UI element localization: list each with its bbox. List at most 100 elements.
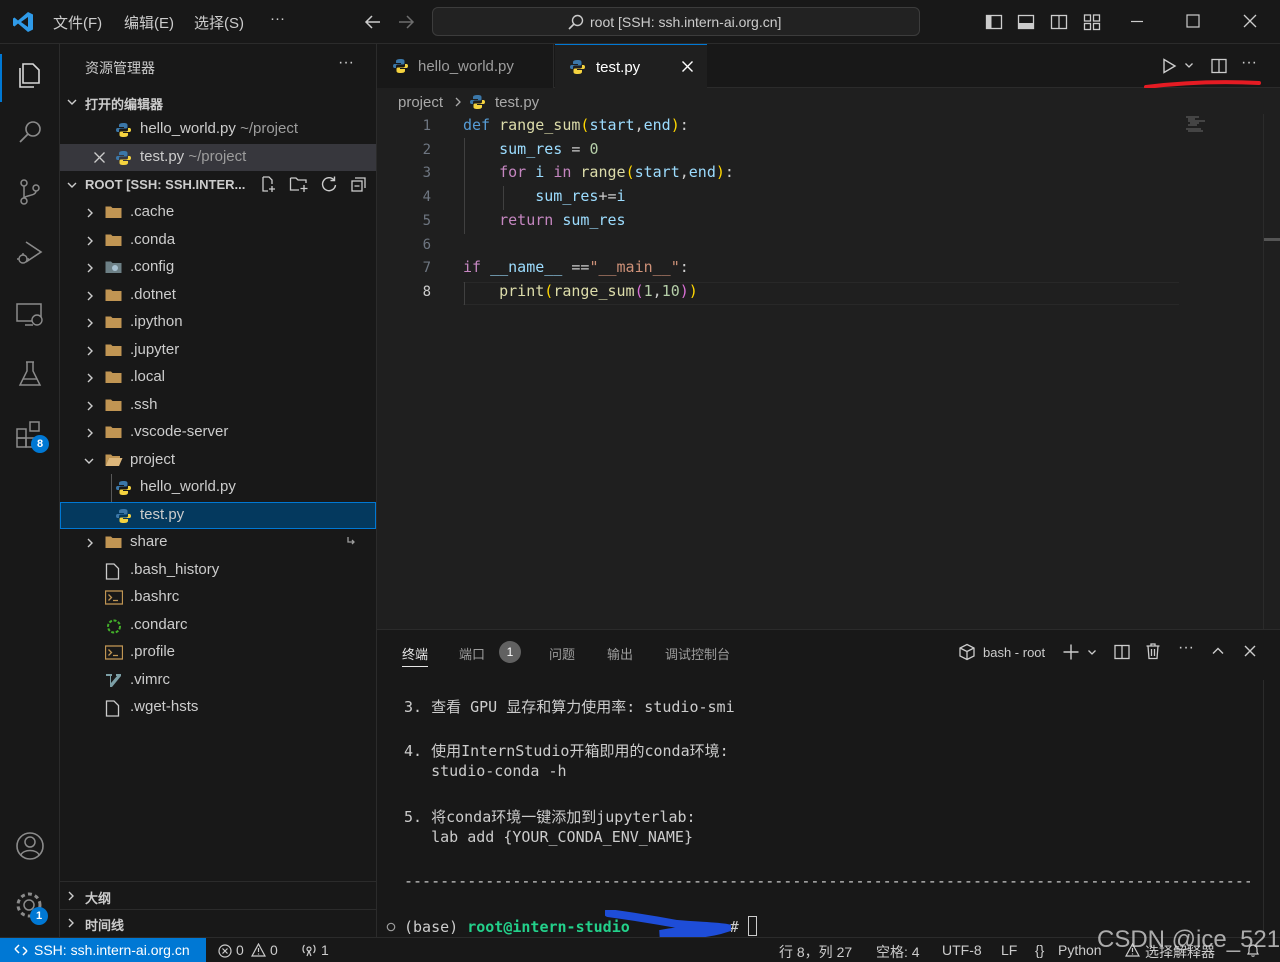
source-control-icon[interactable] — [12, 174, 48, 210]
minimize-icon[interactable] — [1129, 13, 1145, 29]
tab-test-active[interactable]: test.py — [555, 44, 707, 89]
remote-indicator[interactable]: SSH: ssh.intern-ai.org.cn — [0, 938, 206, 962]
forward-arrow-icon[interactable] — [397, 13, 415, 31]
split-editor-icon[interactable] — [1210, 57, 1228, 75]
open-editor-item-active[interactable]: test.py ~/project — [60, 144, 376, 171]
error-count[interactable]: 0 — [236, 942, 244, 958]
warning-icon[interactable] — [251, 943, 266, 957]
toggle-panel-icon[interactable] — [1017, 13, 1035, 31]
new-terminal-plus-icon[interactable] — [1062, 643, 1080, 661]
end-of-line[interactable]: LF — [1001, 942, 1017, 958]
tree-file-vimrc[interactable]: .vimrc — [60, 667, 376, 694]
testing-icon[interactable] — [12, 356, 48, 392]
command-center[interactable]: root [SSH: ssh.intern-ai.org.cn] — [432, 7, 920, 36]
language-mode[interactable]: Python — [1058, 942, 1102, 958]
new-folder-icon[interactable] — [289, 175, 309, 193]
tree-folder-cache[interactable]: .cache — [60, 199, 376, 226]
tree-folder-project[interactable]: project — [60, 447, 376, 474]
encoding[interactable]: UTF-8 — [942, 942, 982, 958]
open-editors-header[interactable]: 打开的编辑器 — [60, 89, 376, 115]
tree-folder-jupyter[interactable]: .jupyter — [60, 337, 376, 364]
folder-icon — [105, 370, 122, 385]
code-editor[interactable]: 1 2 3 4 5 6 7 8 def range_sum(start,end)… — [377, 114, 1280, 629]
root-folder-header[interactable]: ROOT [SSH: SSH.INTER... — [60, 172, 376, 198]
minimap[interactable] — [1185, 116, 1215, 134]
panel-tab-output[interactable]: 输出 — [607, 644, 633, 663]
split-terminal-icon[interactable] — [1113, 643, 1131, 661]
new-file-icon[interactable] — [259, 175, 277, 193]
ports-forward-icon[interactable] — [301, 943, 317, 957]
toggle-secondary-sidebar-icon[interactable] — [1050, 13, 1068, 31]
run-python-icon[interactable] — [1160, 57, 1178, 75]
refresh-icon[interactable] — [320, 175, 338, 193]
kill-terminal-trash-icon[interactable] — [1144, 642, 1162, 660]
timeline-header[interactable]: 时间线 — [60, 910, 376, 936]
editor-more-icon[interactable]: ··· — [1241, 54, 1257, 72]
vim-file-icon — [105, 673, 122, 688]
run-dropdown-chevron-icon[interactable] — [1183, 59, 1195, 71]
cursor-position[interactable]: 行 8，列 27 — [779, 942, 852, 962]
indentation[interactable]: 空格: 4 — [876, 942, 920, 962]
scrollbar-thumb[interactable] — [1264, 238, 1280, 241]
ports-count[interactable]: 1 — [321, 942, 329, 958]
panel-tab-problems[interactable]: 问题 — [549, 644, 575, 663]
customize-layout-icon[interactable] — [1083, 13, 1101, 31]
tree-folder-conda[interactable]: .conda — [60, 227, 376, 254]
warning-count[interactable]: 0 — [270, 942, 278, 958]
folder-icon — [105, 398, 122, 413]
close-editor-icon[interactable] — [93, 151, 106, 164]
tree-folder-config[interactable]: .config — [60, 254, 376, 281]
terminal-dropdown-chevron-icon[interactable] — [1086, 646, 1098, 658]
accounts-icon[interactable] — [12, 828, 48, 864]
close-panel-icon[interactable] — [1243, 644, 1257, 658]
search-icon[interactable] — [12, 114, 48, 150]
tree-file-condarc[interactable]: .condarc — [60, 612, 376, 639]
breadcrumb-folder[interactable]: project — [398, 94, 443, 111]
tab-hello-world[interactable]: hello_world.py — [377, 44, 554, 88]
panel-tab-debug-console[interactable]: 调试控制台 — [665, 644, 730, 663]
toggle-sidebar-icon[interactable] — [985, 13, 1003, 31]
menu-file[interactable]: 文件(F) — [53, 12, 102, 33]
terminal-name[interactable]: bash - root — [983, 645, 1045, 660]
remote-explorer-icon[interactable] — [12, 296, 48, 332]
tree-folder-vscode-server[interactable]: .vscode-server — [60, 419, 376, 446]
chevron-right-icon — [85, 290, 95, 302]
run-debug-icon[interactable] — [12, 234, 48, 270]
maximize-icon[interactable] — [1185, 13, 1201, 29]
tree-file-wget-hsts[interactable]: .wget-hsts — [60, 694, 376, 721]
menu-selection[interactable]: 选择(S) — [194, 12, 244, 33]
outline-header[interactable]: 大纲 — [60, 883, 376, 909]
manage-gear-icon[interactable]: 1 — [12, 888, 48, 925]
close-window-icon[interactable] — [1242, 13, 1258, 29]
editor-scrollbar[interactable] — [1263, 114, 1280, 629]
maximize-panel-chevron-up-icon[interactable] — [1211, 644, 1225, 658]
remote-icon — [14, 943, 28, 957]
tree-folder-local[interactable]: .local — [60, 364, 376, 391]
back-arrow-icon[interactable] — [364, 13, 382, 31]
tree-file-bashrc[interactable]: .bashrc — [60, 584, 376, 611]
extensions-icon[interactable]: 8 — [12, 416, 49, 453]
sidebar-more-icon[interactable]: ··· — [338, 54, 354, 72]
tree-folder-ipython[interactable]: .ipython — [60, 309, 376, 336]
tree-folder-dotnet[interactable]: .dotnet — [60, 282, 376, 309]
tree-file-bash-history[interactable]: .bash_history — [60, 557, 376, 584]
panel-more-icon[interactable]: ··· — [1178, 639, 1194, 657]
collapse-all-icon[interactable] — [350, 175, 368, 193]
tree-file-test-selected[interactable]: test.py — [60, 502, 376, 529]
open-editor-item[interactable]: hello_world.py ~/project — [60, 116, 376, 143]
menu-edit[interactable]: 编辑(E) — [124, 12, 174, 33]
python-file-icon — [115, 122, 132, 137]
tree-file-hello-world[interactable]: hello_world.py — [60, 474, 376, 501]
explorer-icon[interactable] — [12, 56, 48, 92]
tree-folder-share[interactable]: share — [60, 529, 376, 556]
panel-tab-terminal[interactable]: 终端 — [402, 644, 429, 667]
terminal-shell-icon — [958, 643, 976, 661]
panel-tab-ports[interactable]: 端口 — [459, 644, 485, 663]
terminal-scrollbar[interactable] — [1263, 680, 1280, 938]
close-tab-icon[interactable] — [681, 60, 694, 73]
breadcrumb-file[interactable]: test.py — [495, 94, 539, 111]
tree-folder-ssh[interactable]: .ssh — [60, 392, 376, 419]
menu-more[interactable]: ··· — [270, 10, 285, 27]
tree-file-profile[interactable]: .profile — [60, 639, 376, 666]
error-icon[interactable] — [218, 944, 232, 958]
